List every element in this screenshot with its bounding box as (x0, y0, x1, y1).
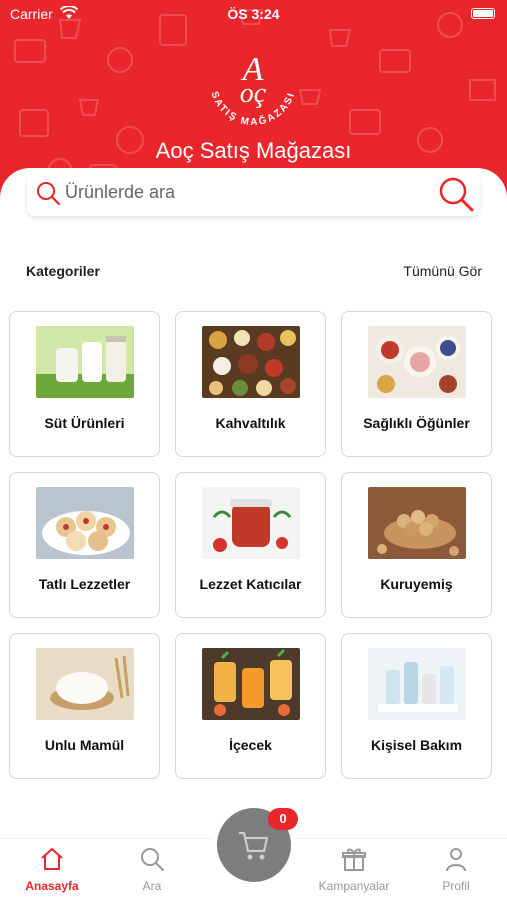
search-icon (37, 182, 61, 206)
category-card-icecek[interactable]: İçecek (175, 633, 326, 779)
search-icon (141, 848, 164, 871)
cart-count-badge: 0 (268, 808, 298, 830)
category-label: İçecek (229, 737, 272, 753)
category-card-unlu-mamul[interactable]: Unlu Mamül (9, 633, 160, 779)
category-label: Süt Ürünleri (44, 415, 125, 431)
category-label: Sağlıklı Öğünler (363, 415, 470, 431)
battery-icon (471, 8, 495, 19)
breakfast-spread-image (202, 326, 300, 398)
tab-kampanyalar[interactable]: Kampanyalar (314, 845, 394, 893)
jam-jar-image (202, 487, 300, 559)
category-label: Kahvaltılık (215, 415, 286, 431)
category-label: Unlu Mamül (44, 737, 125, 753)
search-input[interactable] (65, 182, 425, 203)
store-title: Aoç Satış Mağazası (155, 138, 352, 163)
search-button-icon[interactable] (436, 174, 476, 214)
tab-label: Profil (442, 879, 470, 893)
category-card-kahvaltilik[interactable]: Kahvaltılık (175, 311, 326, 457)
category-label: Tatlı Lezzetler (38, 576, 131, 592)
healthy-bowls-image (368, 326, 466, 398)
flour-bowl-image (36, 648, 134, 720)
status-bar: Carrier ÖS 3:24 (0, 4, 507, 24)
category-label: Kuruyemiş (380, 576, 453, 592)
category-label: Kişisel Bakım (370, 737, 463, 753)
clock: ÖS 3:24 (227, 6, 280, 22)
category-card-sut-urunleri[interactable]: Süt Ürünleri (9, 311, 160, 457)
search-bar[interactable] (27, 172, 480, 216)
category-label: Lezzet Katıcılar (199, 576, 302, 592)
cart-icon (239, 831, 269, 860)
tab-label: Ara (142, 879, 162, 893)
nuts-bowl-image (368, 487, 466, 559)
tab-label: Anasayfa (25, 879, 79, 893)
user-icon (446, 848, 466, 872)
category-card-lezzet-katicilar[interactable]: Lezzet Katıcılar (175, 472, 326, 618)
svg-text:oç: oç (240, 78, 267, 109)
category-card-saglikli-ogunler[interactable]: Sağlıklı Öğünler (341, 311, 492, 457)
see-all-link[interactable]: Tümünü Gör (403, 263, 482, 279)
category-card-kuruyemis[interactable]: Kuruyemiş (341, 472, 492, 618)
tab-ara[interactable]: Ara (112, 845, 192, 893)
cookies-plate-image (36, 487, 134, 559)
home-icon (41, 848, 63, 870)
categories-heading: Kategoriler (26, 263, 100, 279)
tab-label: Kampanyalar (318, 879, 390, 893)
drinks-glasses-image (202, 648, 300, 720)
category-card-tatli-lezzetler[interactable]: Tatlı Lezzetler (9, 472, 160, 618)
app-screen: Carrier ÖS 3:24 A oç SATIŞ MAĞAZASI Aoç … (0, 0, 507, 900)
category-card-kisisel-bakim[interactable]: Kişisel Bakım (341, 633, 492, 779)
personal-care-bottles-image (368, 648, 466, 720)
tab-anasayfa[interactable]: Anasayfa (12, 845, 92, 893)
tab-profil[interactable]: Profil (416, 845, 496, 893)
gift-icon (342, 848, 366, 871)
milk-bottles-image (36, 326, 134, 398)
store-logo: A oç SATIŞ MAĞAZASI (198, 40, 308, 130)
